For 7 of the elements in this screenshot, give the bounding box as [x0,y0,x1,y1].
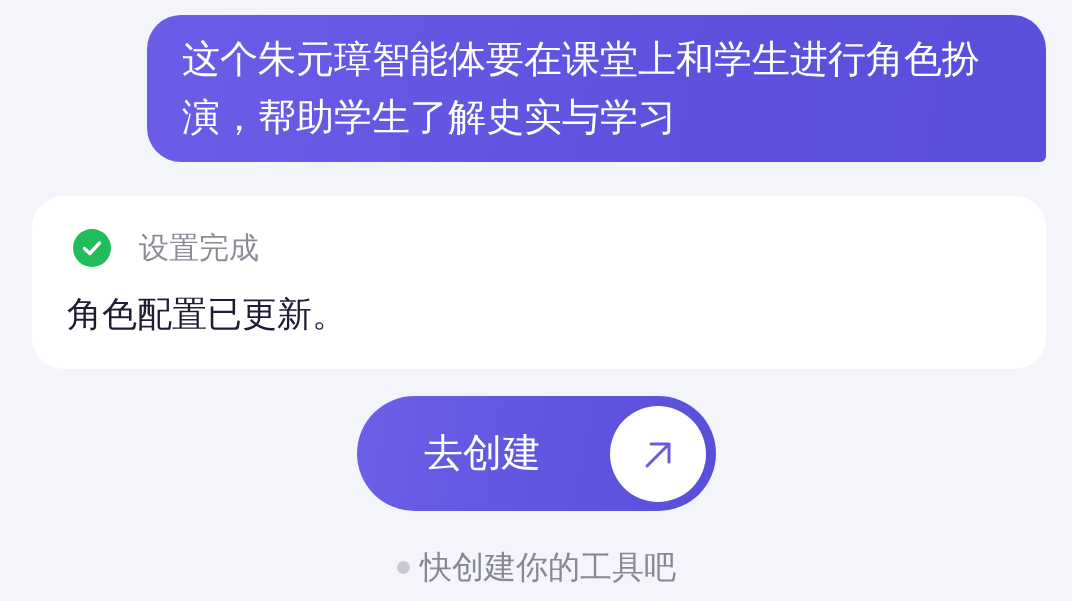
dot-icon [396,560,410,574]
create-button[interactable]: 去创建 [356,396,716,511]
hint-text: 快创建你的工具吧 [419,547,676,587]
status-label: 设置完成 [139,229,259,267]
user-message-bubble: 这个朱元璋智能体要在课堂上和学生进行角色扮演，帮助学生了解史实与学习 [147,15,1046,162]
check-icon [73,229,111,267]
status-message: 角色配置已更新。 [67,293,348,336]
